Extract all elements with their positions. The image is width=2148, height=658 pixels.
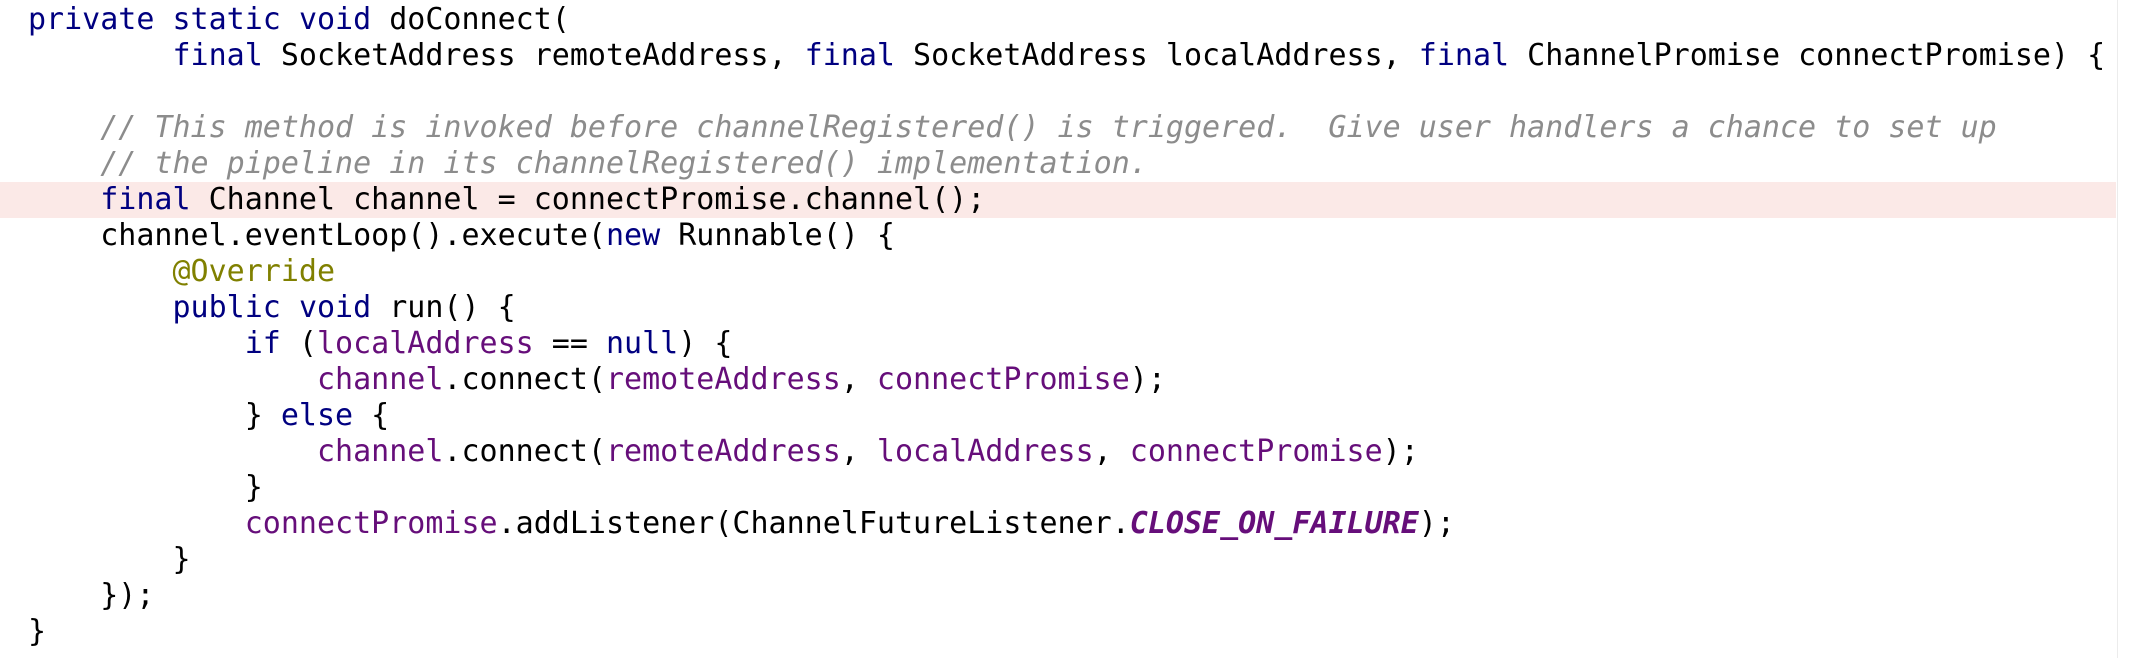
code-line[interactable] xyxy=(0,74,2116,110)
code-token: final xyxy=(100,182,191,217)
code-token: ); xyxy=(1418,506,1455,541)
code-token: localAddress xyxy=(317,326,534,361)
code-line[interactable]: final SocketAddress remoteAddress, final… xyxy=(0,38,2116,74)
code-line[interactable]: // the pipeline in its channelRegistered… xyxy=(0,146,2116,182)
code-token: remoteAddress xyxy=(605,434,841,469)
code-line[interactable]: channel.eventLoop().execute(new Runnable… xyxy=(0,218,2116,254)
code-token: .connect( xyxy=(443,434,606,469)
code-token: connectPromise xyxy=(1129,434,1383,469)
code-token: } xyxy=(172,542,191,577)
code-token: @Override xyxy=(172,254,336,289)
code-token: private xyxy=(28,2,155,37)
code-token: doConnect( xyxy=(371,2,570,37)
code-line[interactable]: } xyxy=(0,614,2116,650)
code-line[interactable]: connectPromise.addListener(ChannelFuture… xyxy=(0,506,2116,542)
code-token: } xyxy=(244,398,281,433)
code-token: // This method is invoked before channel… xyxy=(100,110,1997,145)
code-token: .addListener(ChannelFutureListener. xyxy=(497,506,1130,541)
code-token: SocketAddress localAddress, xyxy=(894,38,1419,73)
code-token: // the pipeline in its channelRegistered… xyxy=(100,146,1148,181)
code-token: , xyxy=(840,434,877,469)
code-line[interactable]: if (localAddress == null) { xyxy=(0,326,2116,362)
code-token: run() { xyxy=(371,290,516,325)
code-token: public xyxy=(172,290,281,325)
code-token: final xyxy=(1418,38,1510,73)
code-token: else xyxy=(280,398,354,433)
code-token: } xyxy=(28,614,47,649)
code-token: if xyxy=(244,326,281,361)
code-token: void xyxy=(298,2,372,37)
code-token: ( xyxy=(280,326,317,361)
code-token: CLOSE_ON_FAILURE xyxy=(1129,506,1419,541)
code-token: void xyxy=(298,290,372,325)
code-token: connectPromise xyxy=(244,506,498,541)
code-line[interactable]: // This method is invoked before channel… xyxy=(0,110,2116,146)
code-line[interactable]: private static void doConnect( xyxy=(0,2,2116,38)
code-line[interactable]: channel.connect(remoteAddress, localAddr… xyxy=(0,434,2116,470)
code-token: final xyxy=(804,38,895,73)
code-line[interactable]: } else { xyxy=(0,398,2116,434)
code-token: localAddress xyxy=(876,434,1094,469)
code-token: { xyxy=(353,398,390,433)
code-line[interactable]: @Override xyxy=(0,254,2116,290)
code-token: remoteAddress xyxy=(605,362,841,397)
code-token: Channel channel = connectPromise.channel… xyxy=(190,182,986,217)
code-token: ) { xyxy=(678,326,733,361)
code-line[interactable]: final Channel channel = connectPromise.c… xyxy=(0,182,2116,218)
code-token: ChannelPromise connectPromise) { xyxy=(1509,38,2106,73)
code-line[interactable]: } xyxy=(0,542,2116,578)
code-token: .connect( xyxy=(443,362,606,397)
code-line[interactable]: }); xyxy=(0,578,2116,614)
code-token: } xyxy=(244,470,263,505)
code-token: connectPromise xyxy=(876,362,1130,397)
code-token: channel xyxy=(316,434,444,469)
code-line[interactable]: public void run() { xyxy=(0,290,2116,326)
code-token: final xyxy=(172,38,263,73)
code-line[interactable]: channel.connect(remoteAddress, connectPr… xyxy=(0,362,2116,398)
right-margin-guide xyxy=(2117,0,2118,658)
code-token: , xyxy=(840,362,877,397)
code-line[interactable]: } xyxy=(0,470,2116,506)
code-token: , xyxy=(1093,434,1130,469)
code-token: }); xyxy=(100,578,155,613)
code-token: channel xyxy=(316,362,444,397)
code-token: Runnable() { xyxy=(660,218,895,253)
code-token: SocketAddress remoteAddress, xyxy=(262,38,805,73)
code-token: new xyxy=(605,218,661,253)
code-token: ); xyxy=(1129,362,1166,397)
code-token: static xyxy=(172,2,281,37)
code-token: ); xyxy=(1382,434,1419,469)
code-token: null xyxy=(606,326,679,361)
code-editor[interactable]: private static void doConnect( final Soc… xyxy=(0,0,2148,658)
code-token: channel.eventLoop().execute( xyxy=(100,218,606,253)
code-token: == xyxy=(533,326,606,361)
